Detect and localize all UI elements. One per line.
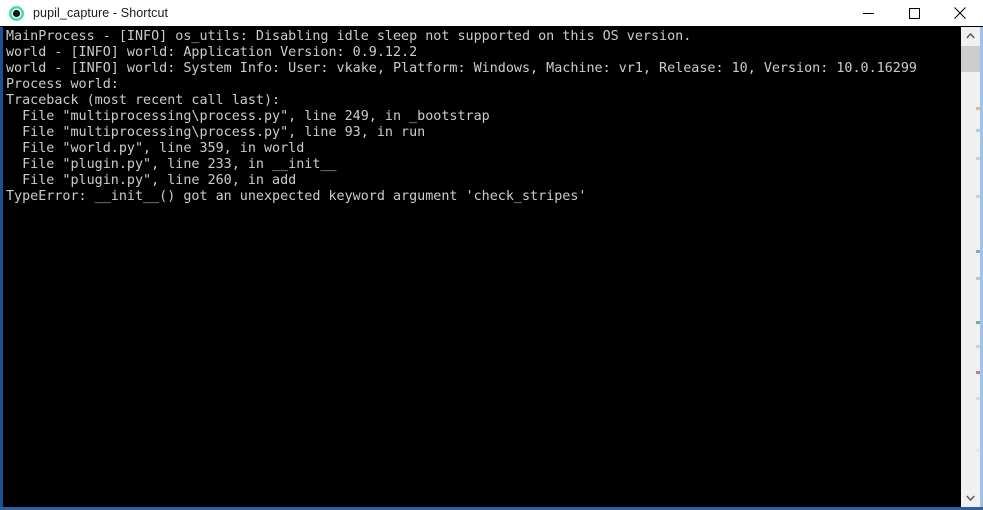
title-bar: pupil_capture - Shortcut bbox=[0, 0, 983, 27]
maximize-button[interactable] bbox=[891, 0, 937, 26]
chevron-down-icon bbox=[966, 495, 975, 501]
scrollbar-track-marks bbox=[961, 45, 980, 489]
console-window: pupil_capture - Shortcut MainProcess - [… bbox=[0, 0, 983, 510]
scrollbar-track-mark bbox=[976, 397, 980, 400]
scrollbar-track-mark bbox=[976, 129, 980, 132]
console-line: Process world: bbox=[6, 77, 961, 93]
console-line: Traceback (most recent call last): bbox=[6, 93, 961, 109]
chevron-up-icon bbox=[966, 33, 975, 39]
scrollbar-up-button[interactable] bbox=[961, 27, 980, 45]
close-button[interactable] bbox=[937, 0, 983, 26]
console-line: File "plugin.py", line 233, in __init__ bbox=[6, 157, 961, 173]
scrollbar-track-mark bbox=[976, 321, 980, 324]
minimize-button[interactable] bbox=[845, 0, 891, 26]
window-title: pupil_capture - Shortcut bbox=[33, 0, 845, 26]
scrollbar-thumb[interactable] bbox=[961, 46, 980, 72]
scrollbar-down-button[interactable] bbox=[961, 489, 980, 507]
scrollbar-track-mark bbox=[976, 277, 980, 280]
close-icon bbox=[954, 7, 966, 19]
console-text: MainProcess - [INFO] os_utils: Disabling… bbox=[6, 29, 961, 205]
console-line: File "plugin.py", line 260, in add bbox=[6, 173, 961, 189]
scrollbar-track-mark bbox=[976, 345, 980, 348]
console-line: File "multiprocessing\process.py", line … bbox=[6, 125, 961, 141]
minimize-icon bbox=[863, 8, 874, 19]
scrollbar-track-mark bbox=[976, 250, 980, 253]
pupil-eye-icon bbox=[8, 5, 25, 22]
console-line: File "world.py", line 359, in world bbox=[6, 141, 961, 157]
scrollbar-track-mark bbox=[976, 371, 980, 374]
vertical-scrollbar[interactable] bbox=[961, 27, 980, 507]
console-line: world - [INFO] world: System Info: User:… bbox=[6, 61, 961, 77]
scrollbar-track-mark bbox=[976, 107, 980, 110]
console-line: File "multiprocessing\process.py", line … bbox=[6, 109, 961, 125]
maximize-icon bbox=[909, 8, 920, 19]
scrollbar-track-mark bbox=[976, 157, 980, 160]
scrollbar-track-mark bbox=[976, 449, 980, 452]
console-line: MainProcess - [INFO] os_utils: Disabling… bbox=[6, 29, 961, 45]
scrollbar-track-mark bbox=[976, 195, 980, 198]
console-output-area[interactable]: MainProcess - [INFO] os_utils: Disabling… bbox=[3, 27, 961, 507]
console-line: TypeError: __init__() got an unexpected … bbox=[6, 189, 961, 205]
console-line: world - [INFO] world: Application Versio… bbox=[6, 45, 961, 61]
